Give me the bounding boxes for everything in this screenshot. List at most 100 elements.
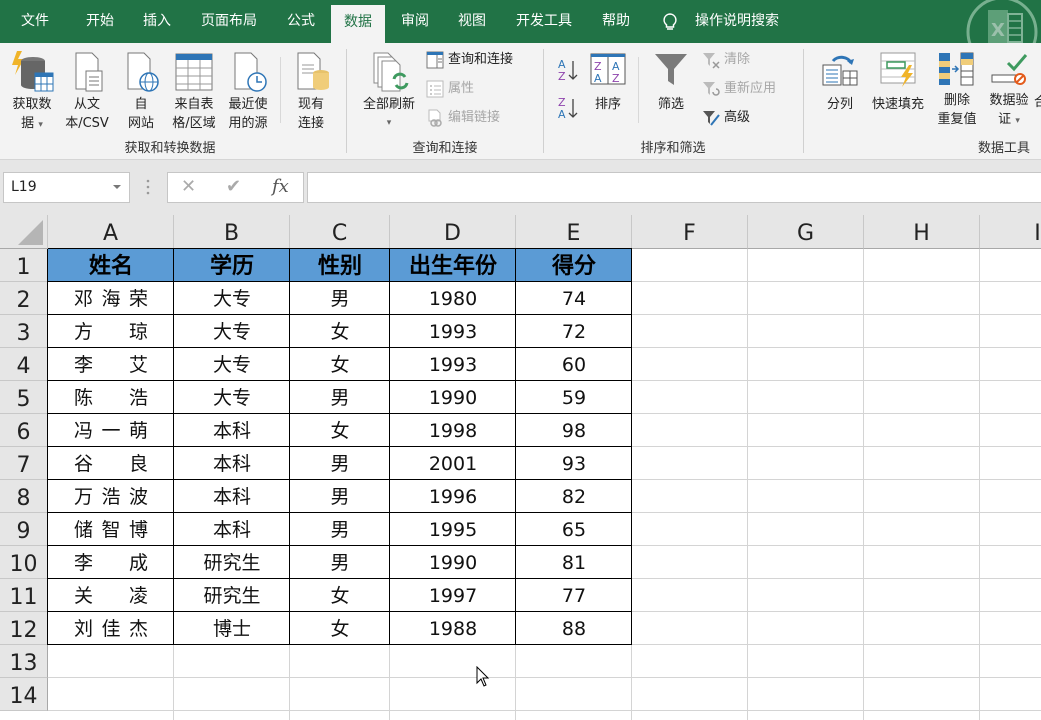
cancel-icon[interactable]: ✕ (181, 176, 196, 197)
cell-year[interactable]: 1996 (390, 480, 516, 513)
cell-edu[interactable]: 大专 (174, 315, 290, 348)
cell-gender[interactable]: 男 (290, 480, 390, 513)
cell-edu[interactable]: 大专 (174, 381, 290, 414)
cell-name[interactable]: 李成 (48, 546, 174, 579)
filter-button[interactable]: 筛选 (648, 51, 694, 114)
cell-year[interactable]: 2001 (390, 447, 516, 480)
cell-score[interactable]: 72 (516, 315, 632, 348)
flash-fill-button[interactable]: 快速填充 (866, 51, 930, 114)
cell-name[interactable]: 陈浩 (48, 381, 174, 414)
cell-score[interactable]: 88 (516, 612, 632, 645)
cell-year[interactable]: 1993 (390, 348, 516, 381)
cell-year[interactable]: 1990 (390, 546, 516, 579)
cell-year[interactable]: 1988 (390, 612, 516, 645)
column-header-g[interactable]: G (748, 215, 864, 249)
cell-score[interactable]: 65 (516, 513, 632, 546)
row-header-7[interactable]: 7 (0, 447, 48, 480)
cell-edu[interactable]: 博士 (174, 612, 290, 645)
sort-ascending-button[interactable]: A Z (556, 57, 580, 89)
cell-name[interactable]: 储智博 (48, 513, 174, 546)
text-to-columns-button[interactable]: 分列 (816, 51, 864, 114)
header-cell[interactable]: 姓名 (48, 249, 174, 282)
sort-button[interactable]: Z A A Z 排序 (586, 51, 630, 114)
from-web-button[interactable]: 自 网站 (118, 49, 164, 133)
cell-year[interactable]: 1980 (390, 282, 516, 315)
column-header-h[interactable]: H (864, 215, 980, 249)
cell-name[interactable]: 冯一萌 (48, 414, 174, 447)
recent-sources-button[interactable]: 最近使 用的源 (222, 49, 274, 133)
column-header-a[interactable]: A (48, 215, 174, 249)
row-header-4[interactable]: 4 (0, 348, 48, 381)
cell-score[interactable]: 81 (516, 546, 632, 579)
enter-check-icon[interactable]: ✔ (226, 176, 241, 197)
row-header-1[interactable]: 1 (0, 249, 48, 282)
drag-handle-icon[interactable] (146, 179, 150, 195)
tab-review[interactable]: 审阅 (390, 0, 440, 43)
cell-score[interactable]: 93 (516, 447, 632, 480)
column-header-i[interactable]: I (980, 215, 1041, 249)
cell-name[interactable]: 谷良 (48, 447, 174, 480)
reapply-button[interactable]: 重新应用 (702, 78, 776, 100)
name-box[interactable]: L19 (3, 172, 130, 203)
insert-function-icon[interactable]: fx (272, 176, 289, 197)
row-header-12[interactable]: 12 (0, 612, 48, 645)
cell-edu[interactable]: 大专 (174, 348, 290, 381)
formula-input[interactable] (307, 172, 1041, 203)
cell-gender[interactable]: 女 (290, 612, 390, 645)
row-header-9[interactable]: 9 (0, 513, 48, 546)
cell-score[interactable]: 77 (516, 579, 632, 612)
cell-name[interactable]: 李艾 (48, 348, 174, 381)
refresh-all-button[interactable]: 全部刷新 ▾ (356, 49, 422, 133)
tell-me-search[interactable]: 操作说明搜索 (695, 0, 779, 43)
tab-insert[interactable]: 插入 (131, 0, 183, 43)
header-cell[interactable]: 性别 (290, 249, 390, 282)
cell-gender[interactable]: 男 (290, 282, 390, 315)
cell-year[interactable]: 1990 (390, 381, 516, 414)
row-header-11[interactable]: 11 (0, 579, 48, 612)
cell-gender[interactable]: 女 (290, 315, 390, 348)
cell-name[interactable]: 方琼 (48, 315, 174, 348)
tab-data[interactable]: 数据 (331, 5, 385, 43)
row-header-3[interactable]: 3 (0, 315, 48, 348)
column-header-f[interactable]: F (632, 215, 748, 249)
cell-gender[interactable]: 男 (290, 447, 390, 480)
row-header-8[interactable]: 8 (0, 480, 48, 513)
cell-score[interactable]: 98 (516, 414, 632, 447)
clear-filter-button[interactable]: 清除 (702, 49, 750, 71)
row-header-5[interactable]: 5 (0, 381, 48, 414)
cell-gender[interactable]: 女 (290, 579, 390, 612)
cell-year[interactable]: 1993 (390, 315, 516, 348)
cell-score[interactable]: 82 (516, 480, 632, 513)
tab-home[interactable]: 开始 (74, 0, 126, 43)
cell-edu[interactable]: 本科 (174, 513, 290, 546)
tab-developer[interactable]: 开发工具 (508, 0, 580, 43)
queries-connections-button[interactable]: 查询和连接 (426, 49, 513, 71)
row-header-10[interactable]: 10 (0, 546, 48, 579)
cell-year[interactable]: 1995 (390, 513, 516, 546)
cell-edu[interactable]: 本科 (174, 480, 290, 513)
from-text-csv-button[interactable]: 从文 本/CSV (60, 49, 114, 133)
cell-gender[interactable]: 女 (290, 414, 390, 447)
cell-edu[interactable]: 研究生 (174, 546, 290, 579)
header-cell[interactable]: 出生年份 (390, 249, 516, 282)
tab-file[interactable]: 文件 (8, 0, 62, 43)
header-cell[interactable]: 得分 (516, 249, 632, 282)
cell-name[interactable]: 万浩波 (48, 480, 174, 513)
column-header-d[interactable]: D (390, 215, 516, 249)
row-header-14[interactable]: 14 (0, 678, 48, 711)
cell-gender[interactable]: 男 (290, 546, 390, 579)
remove-duplicates-button[interactable]: 删除 重复值 (932, 51, 982, 129)
row-header-6[interactable]: 6 (0, 414, 48, 447)
lightbulb-icon[interactable] (660, 12, 680, 32)
cell-gender[interactable]: 男 (290, 381, 390, 414)
column-header-c[interactable]: C (290, 215, 390, 249)
consolidate-button[interactable]: 合 (1034, 93, 1041, 112)
cell-name[interactable]: 邓海荣 (48, 282, 174, 315)
cell-name[interactable]: 刘佳杰 (48, 612, 174, 645)
cell-year[interactable]: 1997 (390, 579, 516, 612)
from-table-range-button[interactable]: 来自表 格/区域 (168, 49, 220, 133)
cell-year[interactable]: 1998 (390, 414, 516, 447)
row-header-2[interactable]: 2 (0, 282, 48, 315)
get-data-button[interactable]: 获取数 据 ▾ (4, 49, 60, 135)
cell-score[interactable]: 60 (516, 348, 632, 381)
